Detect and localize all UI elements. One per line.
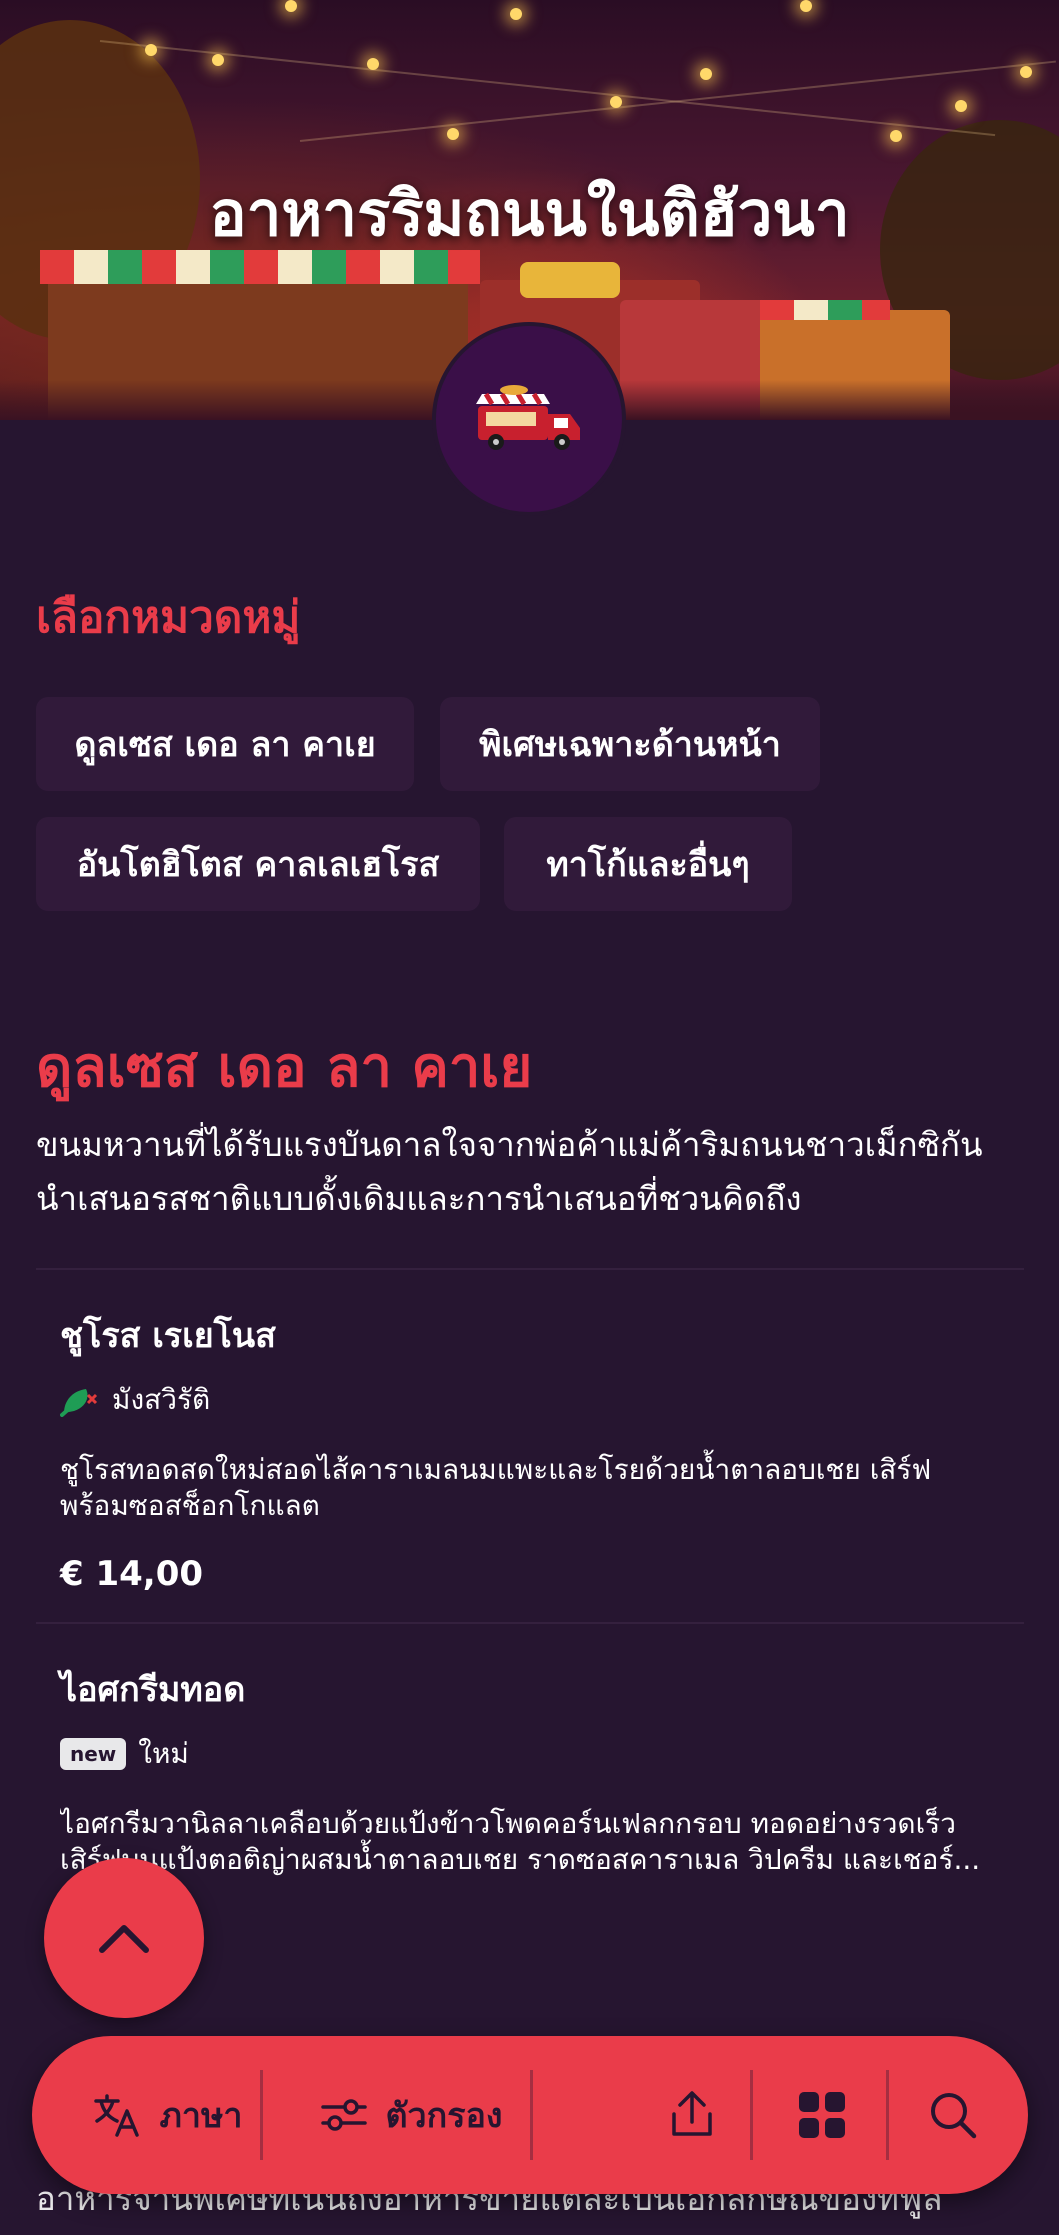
item-tag-label: ใหม่ [138,1737,189,1770]
section-description: ขนมหวานที่ได้รับแรงบันดาลใจจากพ่อค้าแม่ค… [36,1125,983,1218]
language-button[interactable]: ภาษา [68,2036,268,2194]
separator [530,2070,533,2160]
light-string [99,40,996,137]
category-selector-label: เลือกหมวดหมู่ [36,592,301,643]
filter-icon [321,2099,368,2131]
item-description: ไอศกรีมวานิลลาเคลือบด้วยแป้งข้าวโพดคอร์น… [60,1807,981,1876]
light-bulb [700,68,712,80]
light-bulb [447,128,459,140]
category-chip-specials[interactable]: พิเศษเฉพาะด้านหน้า [440,697,820,791]
scroll-to-top-button[interactable] [44,1858,204,2018]
bottom-action-bar: ภาษา ตัวกรอง [32,2036,1028,2194]
divider [36,1268,1024,1270]
menu-item[interactable]: ชูโรส เรเยโนส มังสวิรัติ ชูโรสทอดสดใหม่ส… [60,1308,1000,1594]
separator [886,2070,889,2160]
language-label: ภาษา [159,2096,243,2136]
share-button[interactable] [632,2036,752,2194]
light-bulb [955,100,967,112]
light-bulb [285,0,297,12]
item-tag-label: มังสวิรัติ [112,1383,211,1416]
grid-view-button[interactable] [762,2036,882,2194]
taco-sign [520,262,620,298]
menu-item[interactable]: ไอศกรีมทอด new ใหม่ ไอศกรีมวานิลลาเคลือบ… [60,1662,1000,1948]
item-tag: new ใหม่ [60,1732,1000,1776]
separator [260,2070,263,2160]
item-name: ไอศกรีมทอด [60,1670,246,1710]
light-bulb [610,96,622,108]
vegetarian-icon [60,1389,98,1417]
light-bulb [145,44,157,56]
item-tag: มังสวิรัติ [60,1378,1000,1422]
light-bulb [212,54,224,66]
new-badge: new [60,1738,127,1770]
category-chip-tacos[interactable]: ทาโก้และอื่นๆ [504,817,792,911]
filter-button[interactable]: ตัวกรอง [282,2036,542,2194]
stall-awning [760,300,890,320]
light-bulb [1020,66,1032,78]
light-bulb [510,8,522,20]
light-bulb [367,58,379,70]
search-icon [931,2093,977,2139]
page-title: อาหารริมถนนในติฮัวนา [209,177,850,250]
category-chip-antojitos[interactable]: อันโตฮิโตส คาลเลเฮโรส [36,817,480,911]
light-bulb [890,130,902,142]
item-description: ชูโรสทอดสดใหม่สอดไส้คาราเมลนมแพะและโรยด้… [60,1453,932,1522]
category-chip-dulces[interactable]: ดูลเซส เดอ ลา คาเย [36,697,414,791]
restaurant-logo [436,326,622,512]
light-bulb [800,0,812,12]
search-button[interactable] [898,2036,1008,2194]
divider [36,1622,1024,1624]
separator [750,2070,753,2160]
share-icon [672,2091,712,2136]
translate-icon [94,2094,140,2137]
chevron-up-icon [99,1925,149,1953]
section-title: ดูลเซส เดอ ลา คาเย [36,1035,533,1100]
item-name: ชูโรส เรเยโนส [60,1316,276,1356]
grid-icon [799,2092,845,2138]
food-truck-icon [476,385,580,450]
filter-label: ตัวกรอง [385,2096,503,2136]
item-price: € 14,00 [60,1554,204,1594]
